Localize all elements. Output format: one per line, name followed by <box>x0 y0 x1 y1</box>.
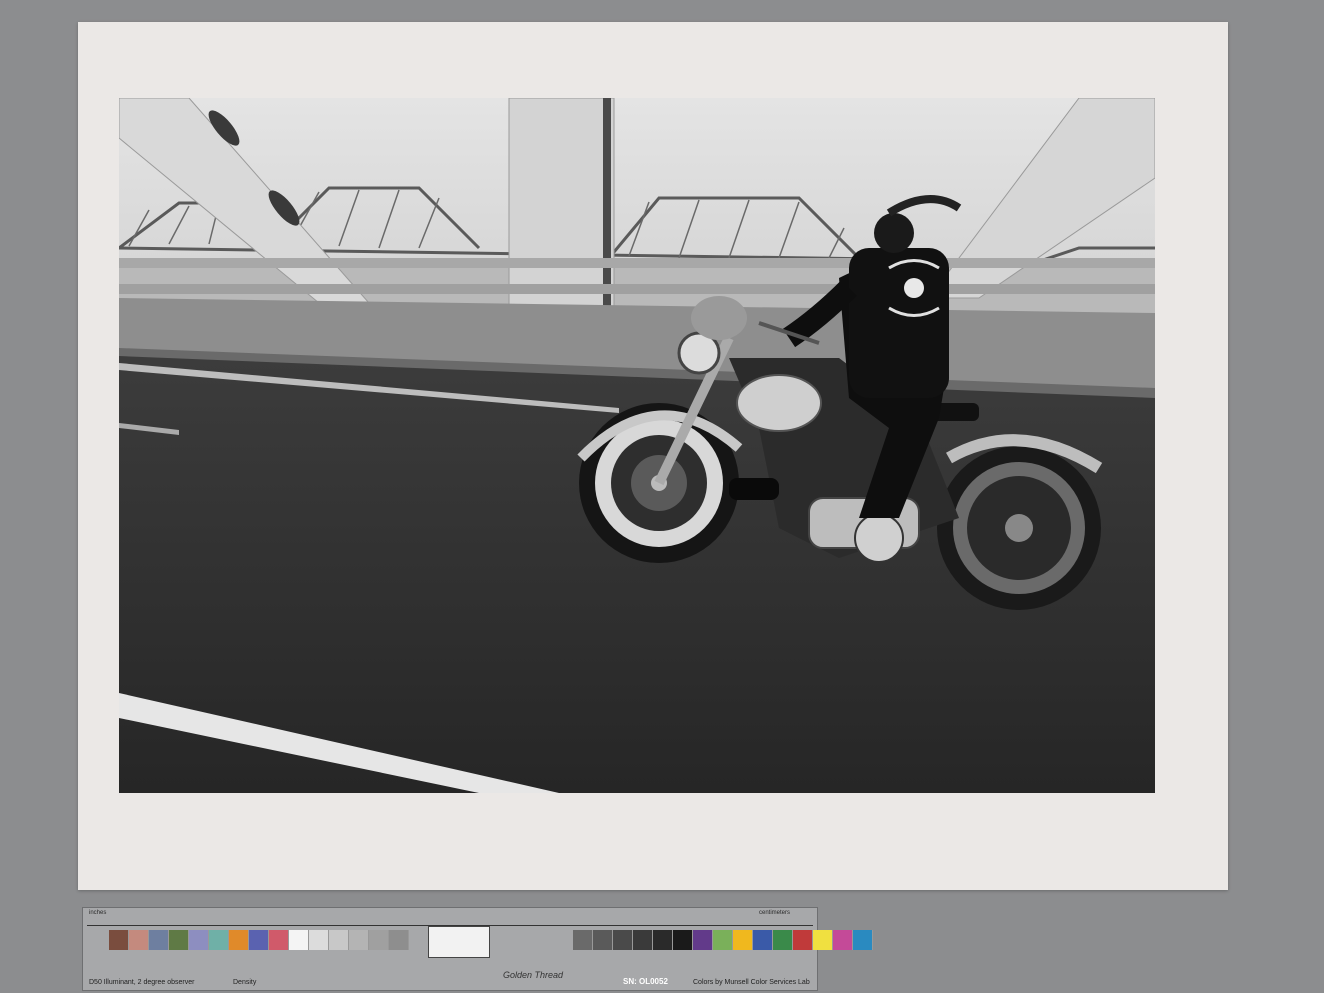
color-patch <box>349 930 369 950</box>
color-patch <box>229 930 249 950</box>
color-patch <box>793 930 813 950</box>
color-patch <box>813 930 833 950</box>
color-patch <box>109 930 129 950</box>
color-patch <box>733 930 753 950</box>
color-patch <box>853 930 873 950</box>
color-patch <box>249 930 269 950</box>
motorcycle-bridge-photo <box>119 98 1155 793</box>
brand-label: Golden Thread <box>503 970 564 980</box>
color-patch <box>573 930 593 950</box>
color-patch <box>389 930 409 950</box>
color-patch <box>189 930 209 950</box>
color-patch <box>309 930 329 950</box>
color-patch <box>693 930 713 950</box>
color-patch <box>833 930 853 950</box>
density-label: Density <box>233 979 257 986</box>
inches-label: inches <box>89 910 107 916</box>
color-patch <box>209 930 229 950</box>
color-patch <box>369 930 389 950</box>
color-patches-right <box>573 930 873 950</box>
color-patch <box>613 930 633 950</box>
color-patches-left <box>109 930 409 950</box>
color-patch <box>169 930 189 950</box>
color-patch <box>713 930 733 950</box>
color-target: inches centimeters D50 Illuminant, 2 deg… <box>82 907 873 991</box>
color-patch <box>149 930 169 950</box>
color-patch <box>329 930 349 950</box>
serial-number: SN: OL0052 <box>623 977 668 986</box>
color-patch <box>289 930 309 950</box>
target-ruler <box>87 916 813 926</box>
color-patch <box>753 930 773 950</box>
photograph <box>119 98 1155 793</box>
target-qr-block <box>428 926 490 958</box>
color-patch <box>653 930 673 950</box>
color-patch <box>269 930 289 950</box>
color-patch <box>129 930 149 950</box>
color-patch <box>673 930 693 950</box>
illuminant-label: D50 Illuminant, 2 degree observer <box>89 979 195 986</box>
color-patch <box>773 930 793 950</box>
color-patch <box>593 930 613 950</box>
credit-label: Colors by Munsell Color Services Lab <box>693 979 810 986</box>
color-patch <box>633 930 653 950</box>
centimeters-label: centimeters <box>759 910 791 916</box>
